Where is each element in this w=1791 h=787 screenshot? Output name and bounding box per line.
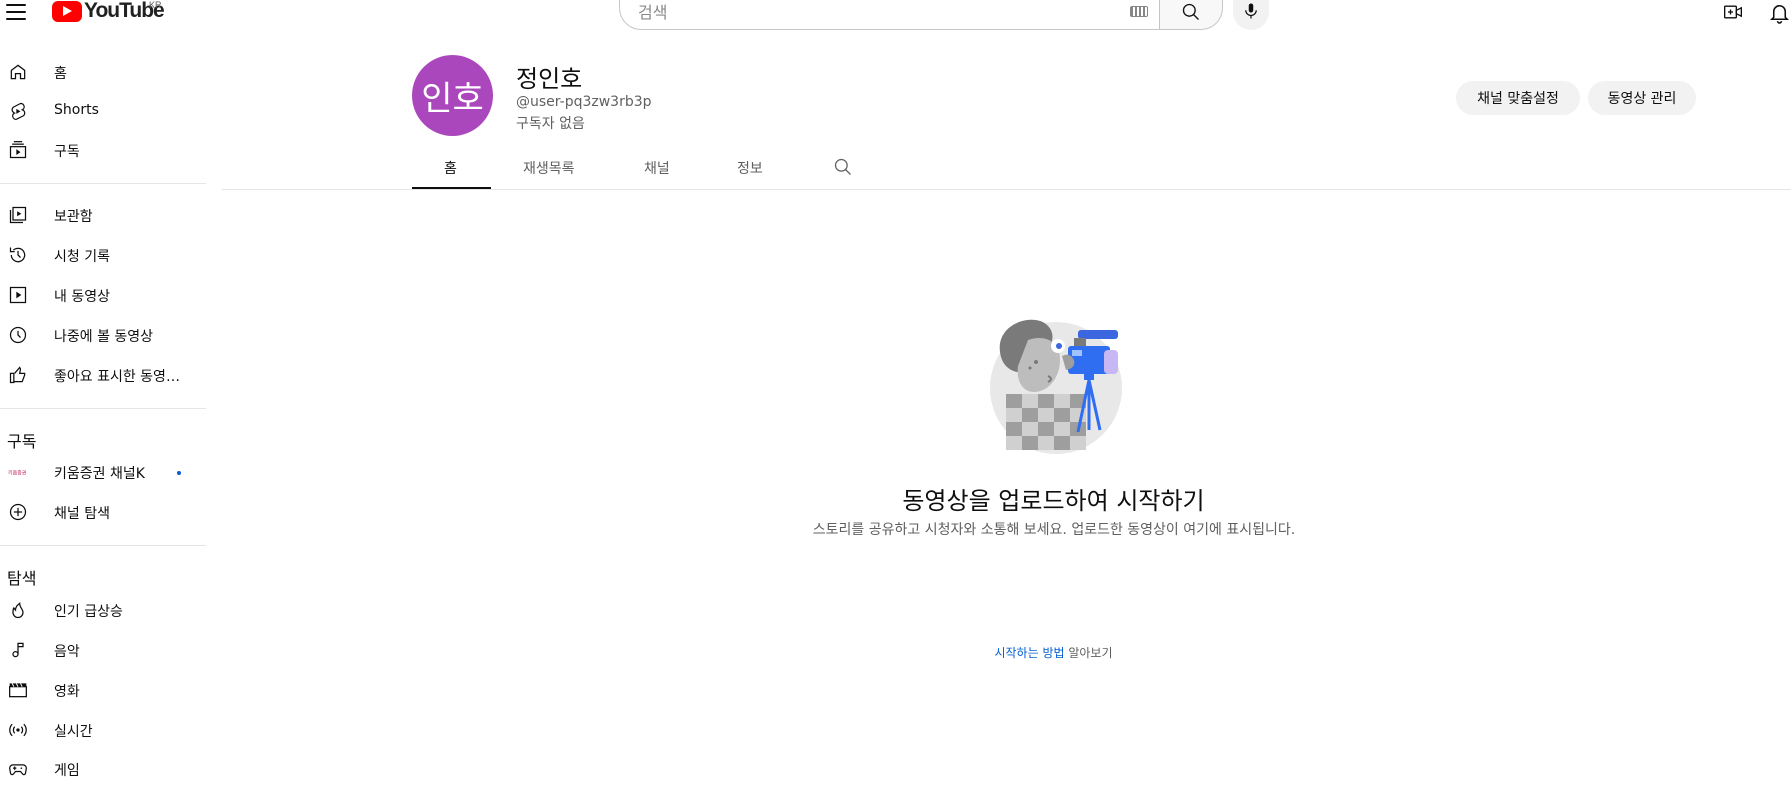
region-code: KR	[149, 0, 162, 10]
sidebar-divider	[0, 183, 206, 184]
sidebar-item-label: 음악	[54, 644, 80, 660]
notifications-bell-icon[interactable]	[1768, 1, 1791, 24]
library-icon	[9, 206, 27, 224]
channel-avatar[interactable]: 인호	[412, 55, 493, 136]
manage-videos-button[interactable]: 동영상 관리	[1588, 81, 1696, 115]
sidebar-item-channel-kiwoom[interactable]: 키움증권 키움증권 채널K	[0, 454, 206, 490]
subscriptions-section-title: 구독	[7, 432, 37, 451]
channel-avatar-icon: 키움증권	[8, 470, 27, 477]
svg-text:키움증권: 키움증권	[8, 470, 27, 477]
sidebar-item-label: 키움증권 채널K	[54, 466, 145, 482]
subscriptions-icon	[9, 141, 27, 159]
tab-channels[interactable]: 채널	[644, 158, 670, 178]
sidebar-item-label: 시청 기록	[54, 249, 110, 265]
empty-state-description: 스토리를 공유하고 시청자와 소통해 보세요. 업로드한 동영상이 여기에 표시…	[812, 522, 1296, 538]
sidebar-item-movies[interactable]: 영화	[0, 672, 206, 708]
channel-handle: @user-pq3zw3rb3p	[516, 94, 652, 110]
sidebar-item-liked-videos[interactable]: 좋아요 표시한 동영…	[0, 357, 206, 393]
sidebar-item-label: 보관함	[54, 209, 93, 225]
sidebar-item-trending[interactable]: 인기 급상승	[0, 592, 206, 628]
watch-later-icon	[9, 326, 27, 344]
tab-playlists[interactable]: 재생목록	[523, 158, 575, 178]
menu-icon[interactable]	[6, 2, 26, 22]
search-box	[619, 0, 1159, 30]
subscriber-count: 구독자 없음	[516, 116, 585, 132]
music-icon	[12, 642, 24, 658]
sidebar-item-watch-later[interactable]: 나중에 볼 동영상	[0, 317, 206, 353]
empty-state-title: 동영상을 업로드하여 시작하기	[902, 487, 1205, 515]
keyboard-icon[interactable]	[1130, 6, 1148, 17]
sidebar-item-library[interactable]: 보관함	[0, 197, 206, 233]
learn-how-suffix: 알아보기	[1064, 646, 1113, 660]
sidebar-item-label: 영화	[54, 684, 80, 700]
sidebar-item-your-videos[interactable]: 내 동영상	[0, 277, 206, 313]
sidebar-item-history[interactable]: 시청 기록	[0, 237, 206, 273]
channel-name: 정인호	[516, 65, 583, 93]
history-icon	[9, 247, 26, 263]
learn-how-link[interactable]: 시작하는 방법	[994, 646, 1064, 660]
trending-icon	[12, 602, 24, 619]
microphone-icon	[1245, 3, 1257, 19]
sidebar-item-label: 좋아요 표시한 동영…	[54, 369, 180, 385]
camera-operator-illustration	[990, 319, 1122, 454]
gaming-icon	[9, 764, 27, 776]
search-button[interactable]	[1159, 0, 1223, 30]
sidebar-item-live[interactable]: 실시간	[0, 712, 206, 748]
search-icon	[1182, 3, 1199, 20]
youtube-play-icon	[52, 0, 82, 22]
sidebar-item-label: 실시간	[54, 724, 93, 740]
sidebar-item-label: 게임	[54, 763, 80, 779]
sidebar-item-label: 구독	[54, 144, 80, 160]
sidebar-item-shorts[interactable]: Shorts	[0, 93, 206, 129]
liked-videos-icon	[9, 366, 26, 384]
sidebar-item-label: 홈	[54, 66, 67, 82]
sidebar-item-label: 인기 급상승	[54, 604, 123, 620]
sidebar-item-home[interactable]: 홈	[0, 54, 206, 90]
youtube-logo[interactable]: YouTube	[52, 0, 165, 22]
home-icon	[10, 64, 26, 80]
shorts-icon	[11, 102, 26, 120]
customize-channel-button[interactable]: 채널 맞춤설정	[1456, 81, 1580, 115]
tabs-divider	[222, 189, 1791, 190]
sidebar-item-label: 내 동영상	[54, 289, 110, 305]
create-video-icon[interactable]	[1723, 2, 1743, 22]
explore-section-title: 탐색	[7, 569, 37, 588]
top-bar: YouTube KR	[0, 0, 1791, 30]
search-input[interactable]	[636, 0, 1090, 26]
tab-home[interactable]: 홈	[444, 158, 457, 178]
tab-about[interactable]: 정보	[737, 158, 763, 178]
sidebar-item-subscriptions[interactable]: 구독	[0, 132, 206, 168]
sidebar-divider	[0, 545, 206, 546]
channel-search-icon[interactable]	[833, 157, 853, 177]
sidebar-divider	[0, 408, 206, 409]
sidebar-item-music[interactable]: 음악	[0, 632, 206, 668]
live-icon	[9, 723, 27, 737]
new-content-dot	[177, 471, 181, 475]
sidebar-item-label: Shorts	[54, 102, 99, 118]
sidebar-item-browse-channels[interactable]: 채널 탐색	[0, 494, 206, 530]
your-videos-icon	[9, 286, 27, 304]
voice-search-button[interactable]	[1233, 0, 1269, 30]
sidebar-item-label: 나중에 볼 동영상	[54, 329, 154, 345]
movies-icon	[9, 683, 27, 698]
sidebar-item-label: 채널 탐색	[54, 506, 110, 522]
learn-how-line: 시작하는 방법 알아보기	[900, 644, 1207, 661]
add-circle-icon	[9, 503, 27, 521]
